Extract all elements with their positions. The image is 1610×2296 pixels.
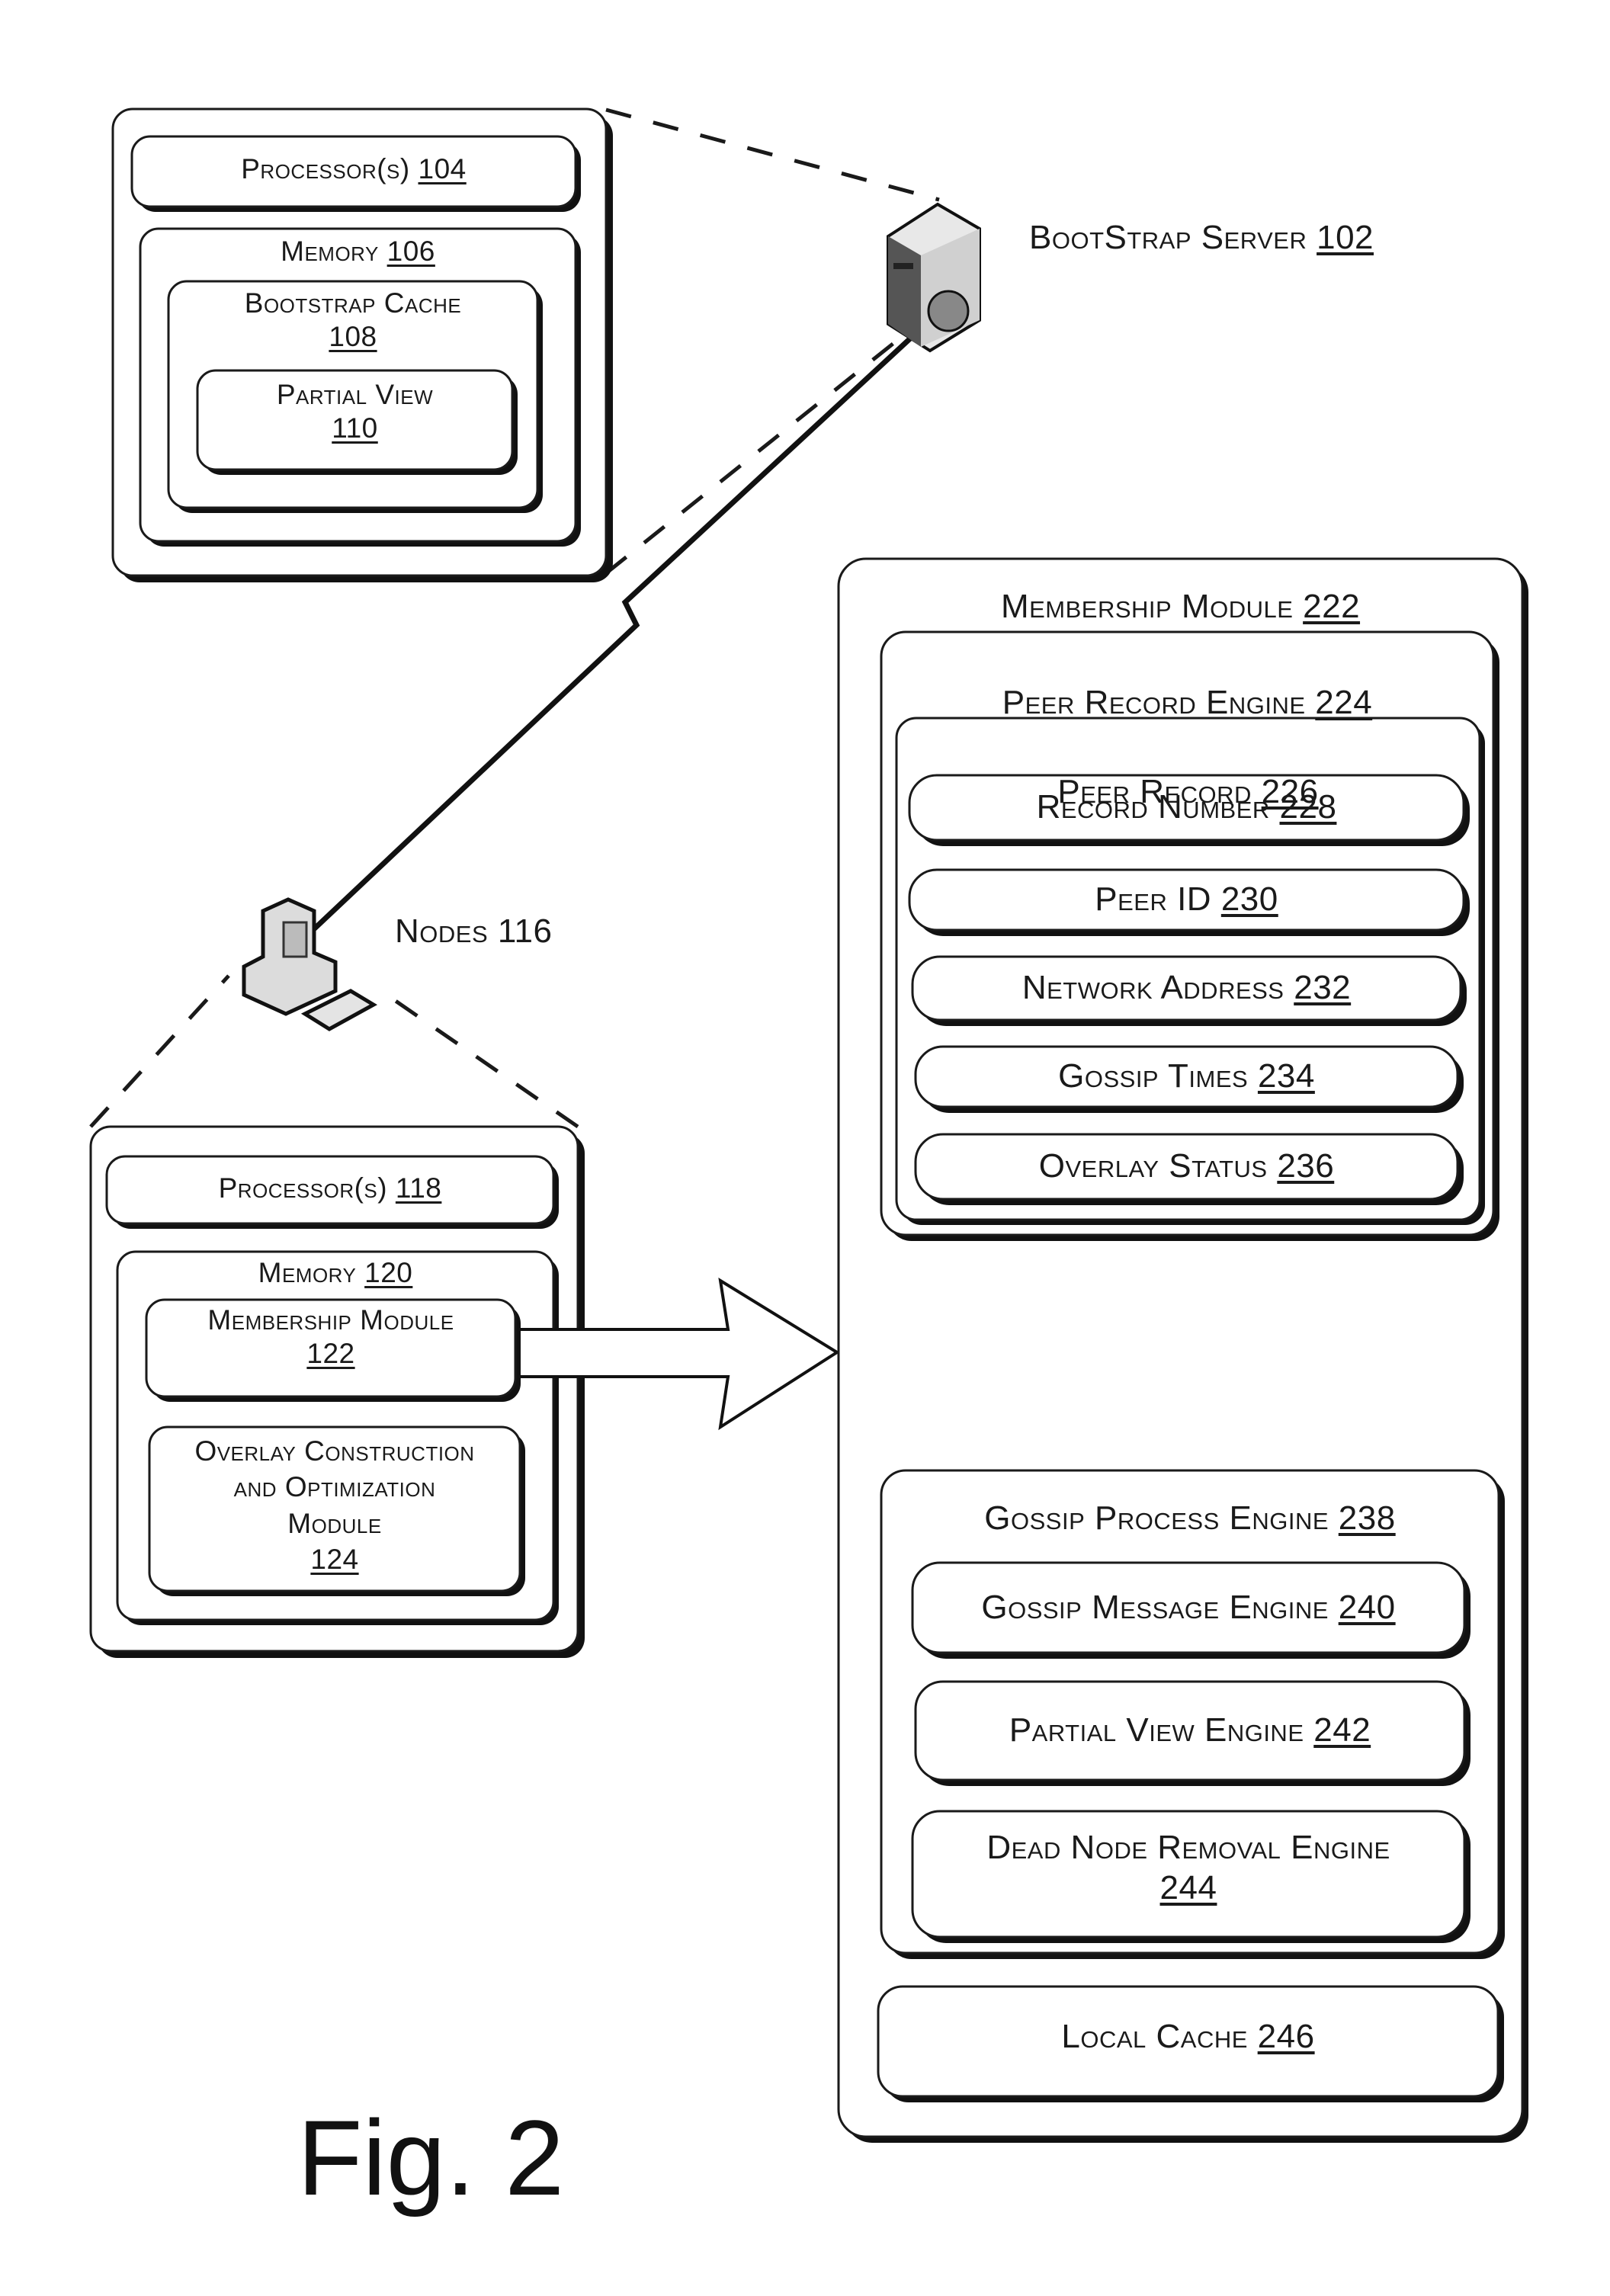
label-text: Overlay Status bbox=[1038, 1147, 1268, 1185]
membership-module-122-label: Membership Module 122 bbox=[207, 1304, 454, 1370]
local-cache-246-label: Local Cache 246 bbox=[1061, 2018, 1315, 2055]
figure-label: Fig. 2 bbox=[297, 2098, 565, 2217]
record-number-228-label: Record Number 228 bbox=[909, 787, 1464, 828]
network-address-232-label: Network Address 232 bbox=[912, 968, 1461, 1009]
overlay-status-236-label: Overlay Status 236 bbox=[916, 1146, 1458, 1187]
nodes-116-label: Nodes 116 bbox=[395, 912, 553, 950]
reference-number: 244 bbox=[1159, 1868, 1217, 1906]
memory-120-label: Memory 120 bbox=[258, 1257, 413, 1288]
reference-number: 234 bbox=[1257, 1057, 1315, 1095]
server-projection-line-top bbox=[605, 107, 940, 202]
gossip-times-234-label: Gossip Times 234 bbox=[916, 1057, 1458, 1097]
computer-icon bbox=[242, 897, 378, 1031]
overlay-module-124-label: Overlay Construction and Optimization Modu… bbox=[194, 1435, 475, 1576]
peer-record-engine-224-label: Peer Record Engine 224 bbox=[1002, 684, 1373, 721]
processor-118-label: Processor(s) 118 bbox=[218, 1172, 442, 1204]
partial-view-110-label: Partial View 110 bbox=[276, 379, 434, 444]
peer-id-230-label: Peer ID 230 bbox=[909, 880, 1464, 920]
gossip-process-engine-238-label: Gossip Process Engine 238 bbox=[984, 1499, 1396, 1537]
label-text: Network Address bbox=[1021, 969, 1284, 1006]
label-text: Gossip Message Engine bbox=[981, 1588, 1329, 1626]
reference-number: 232 bbox=[1294, 969, 1352, 1006]
memory-106-label: Memory 106 bbox=[281, 236, 435, 267]
gossip-message-engine-240-label: Gossip Message Engine 240 bbox=[912, 1588, 1464, 1628]
label-text: Partial View Engine bbox=[1009, 1711, 1304, 1749]
reference-number: 236 bbox=[1277, 1147, 1335, 1185]
membership-module-222-label: Membership Module 222 bbox=[1000, 588, 1361, 625]
server-icon bbox=[887, 202, 981, 353]
nodes-projection-line-right bbox=[380, 989, 579, 1129]
label-text: Gossip Times bbox=[1058, 1057, 1249, 1095]
dead-node-removal-engine-244-label: Dead Node Removal Engine 244 bbox=[912, 1828, 1464, 1909]
nodes-projection-line-left bbox=[89, 974, 230, 1128]
label-text: Dead Node Removal Engine bbox=[986, 1829, 1390, 1866]
bootstrap-server-label: BootStrap Server 102 bbox=[1029, 219, 1374, 256]
reference-number: 230 bbox=[1220, 880, 1278, 918]
reference-number: 240 bbox=[1338, 1588, 1396, 1626]
bootstrap-cache-108-label: Bootstrap Cache 108 bbox=[244, 287, 462, 353]
server-projection-line-bottom bbox=[605, 319, 924, 575]
partial-view-engine-242-label: Partial View Engine 242 bbox=[916, 1711, 1464, 1751]
label-text: Peer ID bbox=[1095, 880, 1212, 918]
reference-number: 242 bbox=[1313, 1711, 1371, 1749]
reference-number: 228 bbox=[1279, 788, 1337, 826]
processor-104-label: Processor(s) 104 bbox=[241, 153, 467, 184]
label-text: Record Number bbox=[1036, 788, 1270, 826]
